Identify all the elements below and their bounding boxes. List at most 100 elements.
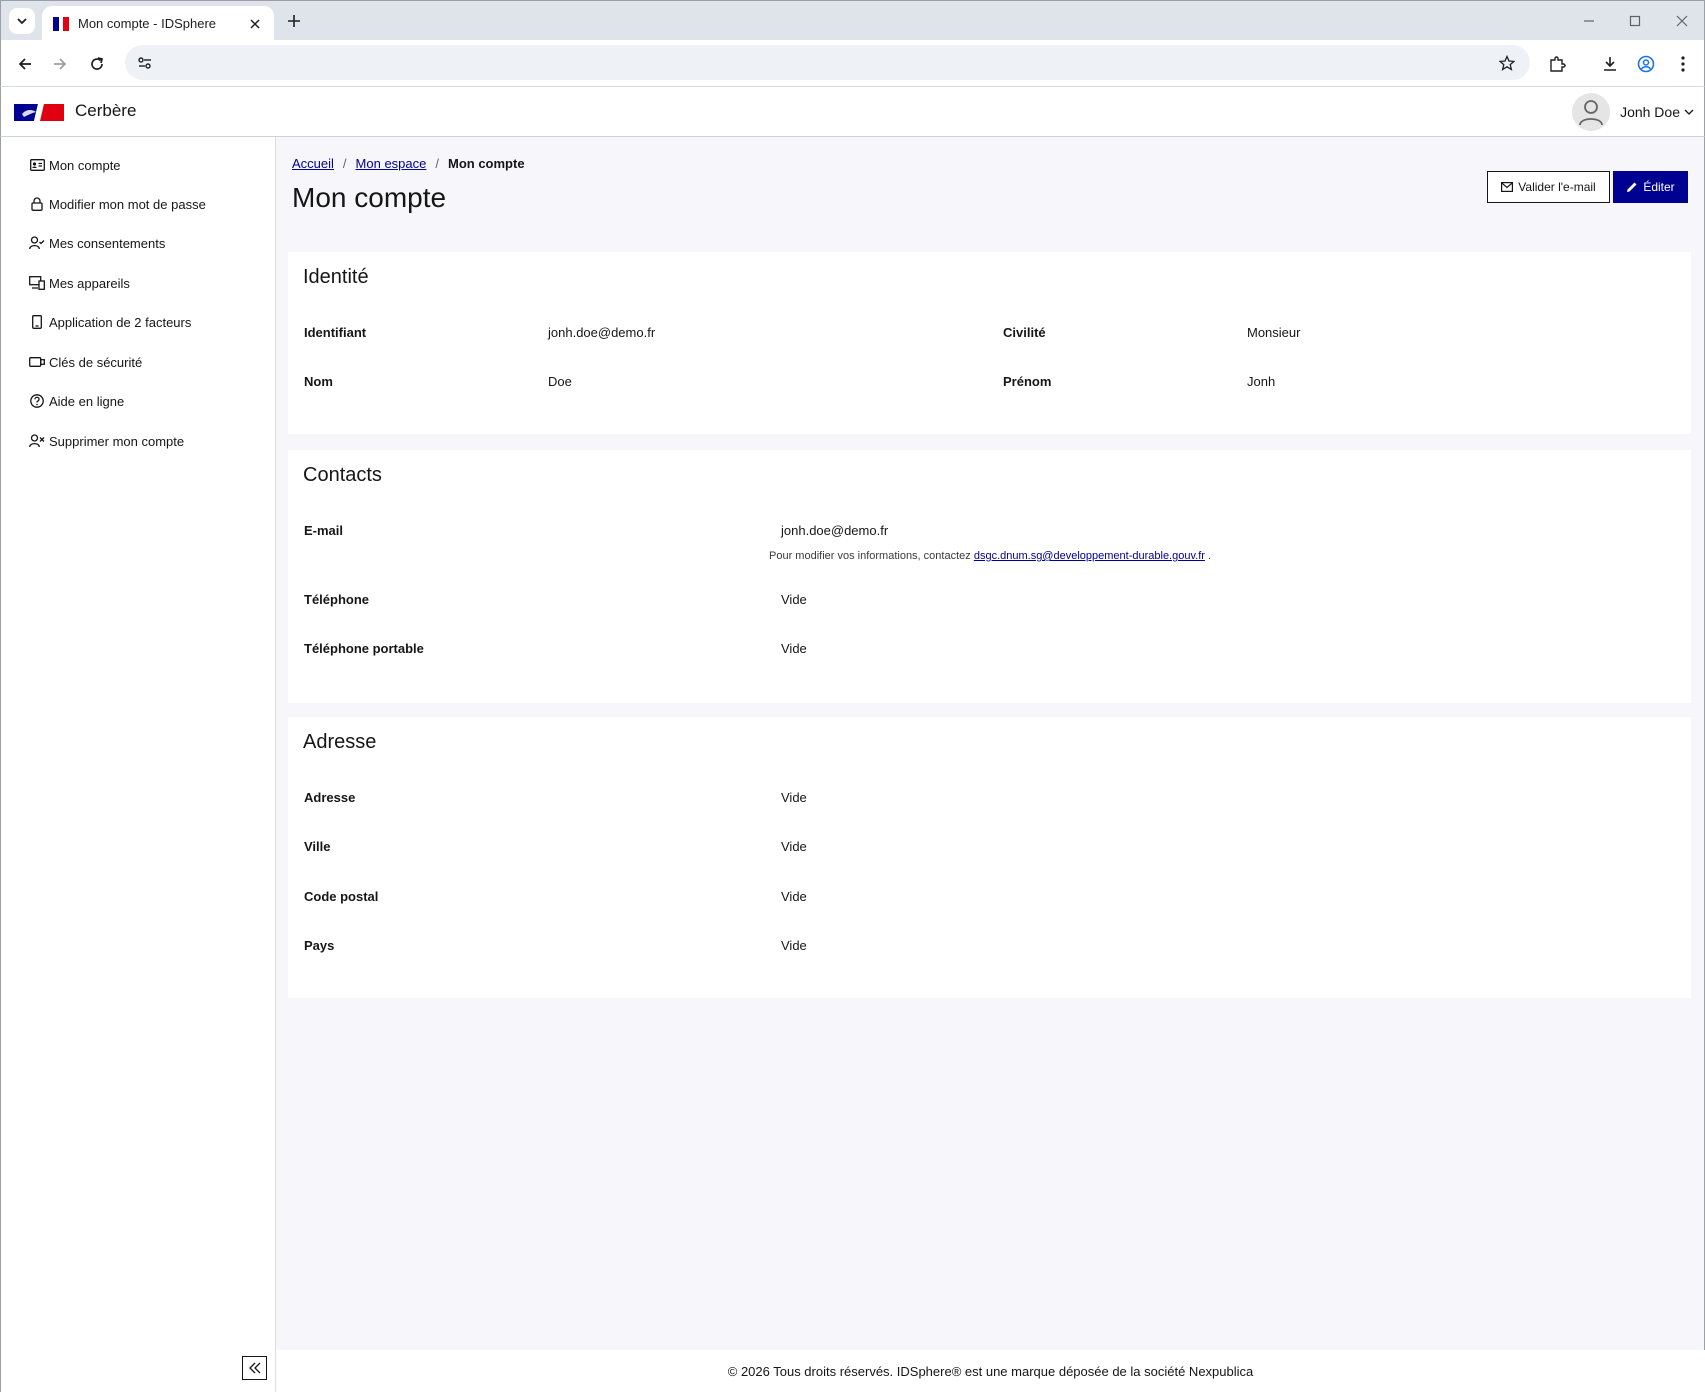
sidebar-item-mon-compte[interactable]: Mon compte (29, 154, 121, 176)
validate-email-label: Valider l'e-mail (1518, 180, 1596, 194)
address-bar[interactable] (125, 45, 1530, 80)
new-tab-button[interactable] (283, 10, 305, 32)
chevrons-left-icon (248, 1362, 262, 1374)
sidebar-item-label: Mes appareils (49, 275, 130, 291)
republique-francaise-logo[interactable] (14, 104, 64, 121)
breadcrumb-home-link[interactable]: Accueil (292, 156, 334, 171)
sidebar-item-label: Supprimer mon compte (49, 433, 185, 449)
avatar[interactable] (1572, 93, 1611, 131)
close-icon (1676, 15, 1688, 27)
breadcrumb-current: Mon compte (448, 156, 525, 171)
arrow-right-icon (52, 56, 68, 72)
email-value: jonh.doe@demo.fr (781, 523, 889, 538)
sidebar-item-label: Mon compte (49, 157, 121, 173)
more-vertical-icon (1681, 56, 1685, 72)
reload-button[interactable] (85, 52, 109, 76)
app-header: Cerbère Jonh Doe (0, 87, 1705, 137)
identifiant-value: jonh.doe@demo.fr (548, 325, 656, 340)
nom-value: Doe (548, 374, 572, 389)
sidebar-item-consents[interactable]: Mes consentements (29, 232, 165, 254)
downloads-button[interactable] (1598, 52, 1622, 76)
main-content: Accueil / Mon espace / Mon compte Mon co… (276, 137, 1705, 1392)
postal-code-value: Vide (781, 889, 807, 904)
sidebar-item-label: Modifier mon mot de passe (49, 196, 206, 212)
footer: © 2026 Tous droits réservés. IDSphere® e… (276, 1350, 1705, 1392)
pencil-icon (1626, 181, 1638, 193)
minimize-window-button[interactable] (1579, 11, 1599, 31)
browser-toolbar (0, 40, 1705, 87)
close-window-button[interactable] (1672, 11, 1692, 31)
sidebar-item-security-keys[interactable]: Clés de sécurité (29, 351, 142, 373)
bookmark-button[interactable] (1496, 52, 1518, 74)
phone-value: Vide (781, 592, 807, 607)
edit-label: Éditer (1643, 180, 1675, 194)
arrow-left-icon (17, 56, 33, 72)
browser-tab-active[interactable]: Mon compte - IDSphere (42, 6, 274, 41)
site-info-button[interactable] (133, 51, 157, 75)
contacts-title: Contacts (303, 464, 382, 486)
user-delete-icon (29, 433, 45, 449)
sidebar-item-label: Clés de sécurité (49, 354, 143, 370)
app-brand-name[interactable]: Cerbère (75, 101, 136, 121)
contact-note-suffix: . (1208, 550, 1212, 562)
city-label: Ville (304, 839, 331, 854)
collapse-sidebar-button[interactable] (242, 1356, 267, 1380)
browser-menu-button[interactable] (1671, 52, 1695, 76)
star-icon (1499, 55, 1515, 71)
validate-email-button[interactable]: Valider l'e-mail (1487, 171, 1610, 203)
lock-icon (29, 196, 45, 212)
address-title: Adresse (303, 731, 377, 753)
chevron-down-icon (1684, 107, 1694, 117)
extensions-button[interactable] (1545, 52, 1569, 76)
marianne-favicon-icon (52, 15, 70, 33)
postal-code-label: Code postal (304, 889, 379, 904)
civilite-label: Civilité (1003, 325, 1046, 340)
address-label: Adresse (304, 790, 356, 805)
tab-search-button[interactable] (9, 8, 35, 34)
mobile-value: Vide (781, 641, 807, 656)
address-card: Adresse Adresse Vide Ville Vide Code pos… (288, 717, 1691, 998)
sidebar-item-password[interactable]: Modifier mon mot de passe (29, 193, 206, 215)
minimize-icon (1583, 15, 1595, 27)
page-title: Mon compte (292, 182, 447, 213)
phone-icon (29, 314, 45, 330)
maximize-icon (1629, 15, 1641, 27)
prenom-value: Jonh (1247, 374, 1276, 389)
sidebar: Mon compte Modifier mon mot de passe Mes… (0, 137, 276, 1392)
mobile-label: Téléphone portable (304, 641, 424, 656)
sidebar-item-delete-account[interactable]: Supprimer mon compte (29, 430, 184, 452)
back-button[interactable] (13, 52, 37, 76)
email-label: E-mail (304, 523, 344, 538)
profile-button[interactable] (1634, 52, 1658, 76)
identifiant-label: Identifiant (304, 325, 367, 340)
identity-card: Identité Identifiant jonh.doe@demo.fr Ci… (288, 252, 1691, 434)
help-circle-icon (29, 393, 45, 409)
tune-icon (137, 55, 153, 71)
devices-icon (29, 275, 45, 291)
download-icon (1601, 55, 1619, 73)
sidebar-item-2fa-app[interactable]: Application de 2 facteurs (29, 311, 191, 333)
forward-button[interactable] (48, 52, 72, 76)
sidebar-item-help[interactable]: Aide en ligne (29, 390, 124, 412)
puzzle-icon (1548, 55, 1566, 73)
plus-icon (287, 14, 301, 28)
country-value: Vide (781, 938, 807, 953)
maximize-window-button[interactable] (1625, 11, 1645, 31)
copyright-text: © 2026 Tous droits réservés. IDSphere® e… (727, 1363, 1254, 1379)
prenom-label: Prénom (1003, 374, 1052, 389)
contact-note: Pour modifier vos informations, contacte… (769, 550, 1211, 562)
user-menu[interactable]: Jonh Doe (1572, 93, 1694, 131)
phone-label: Téléphone (304, 592, 370, 607)
id-card-icon (29, 157, 45, 173)
contact-note-text: Pour modifier vos informations, contacte… (769, 550, 971, 562)
country-label: Pays (304, 938, 335, 953)
tab-close-icon[interactable] (246, 15, 264, 33)
edit-button[interactable]: Éditer (1613, 171, 1688, 203)
sidebar-item-devices[interactable]: Mes appareils (29, 272, 130, 294)
reload-icon (89, 56, 105, 72)
civilite-value: Monsieur (1247, 325, 1301, 340)
breadcrumb-space-link[interactable]: Mon espace (356, 156, 427, 171)
contact-email-link[interactable]: dsgc.dnum.sg@developpement-durable.gouv.… (974, 550, 1205, 562)
user-icon (1578, 98, 1604, 126)
contacts-card: Contacts E-mail jonh.doe@demo.fr Pour mo… (288, 450, 1691, 703)
